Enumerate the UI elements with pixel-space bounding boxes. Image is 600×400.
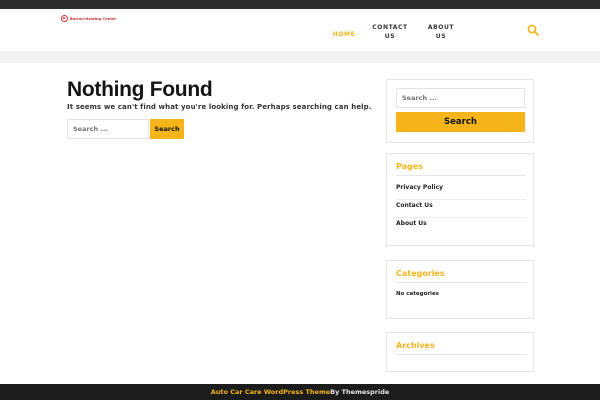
main-search-input[interactable]: [67, 119, 149, 139]
top-bar: [0, 0, 600, 9]
main-search-button[interactable]: Search: [150, 119, 184, 139]
site-footer: Auto Car Care WordPress ThemeBy Themespr…: [0, 384, 600, 400]
logo-mark-icon: [61, 15, 68, 22]
site-logo[interactable]: Barron Holding Center: [61, 15, 116, 22]
page-title: Nothing Found: [67, 78, 213, 101]
nav-contact-us[interactable]: CONTACT US: [372, 23, 408, 41]
sidebar-search-input[interactable]: [396, 88, 525, 108]
page-link-contact-us[interactable]: Contact Us: [396, 202, 526, 218]
categories-widget: Categories No categories: [386, 260, 534, 319]
archives-widget: Archives: [386, 332, 534, 372]
categories-widget-title: Categories: [396, 269, 445, 278]
footer-credit: By Themespride: [330, 388, 390, 396]
logo-text: Barron Holding Center: [70, 16, 117, 21]
nav-home[interactable]: HOME: [330, 30, 358, 39]
widget-divider: [396, 175, 526, 176]
site-header: Barron Holding Center HOME CONTACT US AB…: [0, 9, 600, 51]
widget-divider: [396, 354, 526, 355]
footer-theme-link[interactable]: Auto Car Care WordPress Theme: [211, 388, 330, 396]
page-link-privacy-policy[interactable]: Privacy Policy: [396, 184, 526, 200]
widget-divider: [396, 282, 526, 283]
no-categories-text: No categories: [396, 291, 439, 297]
header-separator-band: [0, 51, 600, 63]
search-icon[interactable]: [527, 24, 539, 36]
not-found-message: It seems we can't find what you're looki…: [67, 103, 372, 111]
sidebar-search-widget: Search: [386, 79, 534, 143]
pages-widget-title: Pages: [396, 162, 423, 171]
archives-widget-title: Archives: [396, 341, 435, 350]
page-link-about-us[interactable]: About Us: [396, 220, 526, 235]
sidebar-search-button[interactable]: Search: [396, 112, 525, 132]
pages-widget: Pages Privacy Policy Contact Us About Us: [386, 153, 534, 246]
nav-about-us[interactable]: ABOUT US: [425, 23, 457, 41]
